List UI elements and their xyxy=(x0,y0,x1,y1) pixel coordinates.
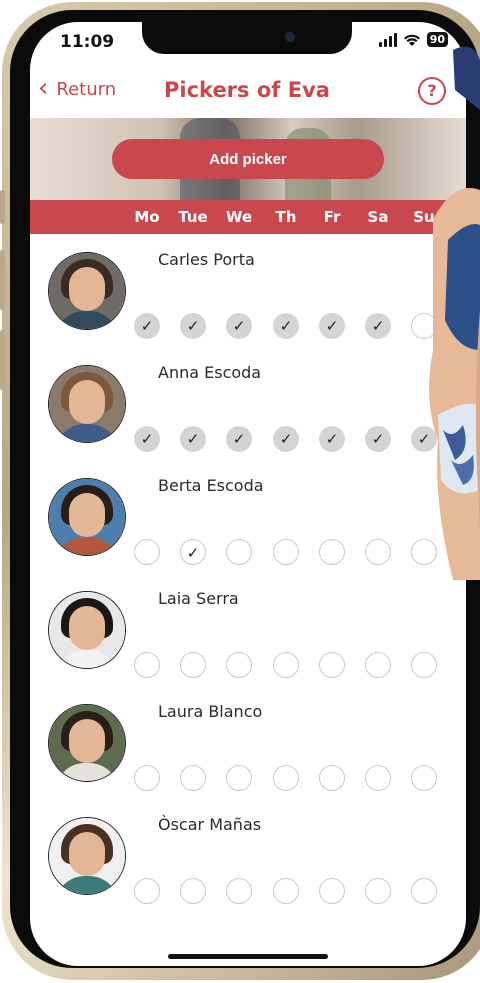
picker-name: Laia Serra xyxy=(158,589,239,608)
day-label: Th xyxy=(275,208,297,226)
day-checkbox[interactable] xyxy=(134,878,160,904)
return-label: Return xyxy=(56,79,117,100)
day-checkbox[interactable] xyxy=(273,652,299,678)
day-checkbox[interactable] xyxy=(134,539,160,565)
day-checkbox[interactable] xyxy=(319,652,345,678)
avatar[interactable] xyxy=(48,704,126,782)
day-checkbox[interactable] xyxy=(319,765,345,791)
day-label: Fr xyxy=(323,208,341,226)
avatar[interactable] xyxy=(48,252,126,330)
day-checkbox[interactable]: ✓ xyxy=(319,313,345,339)
day-checkbox[interactable]: ✓ xyxy=(365,426,391,452)
camera-icon xyxy=(285,32,295,42)
picker-name: Anna Escoda xyxy=(158,363,262,382)
status-time: 11:09 xyxy=(60,32,115,52)
day-checkbox[interactable] xyxy=(273,765,299,791)
add-picker-button[interactable]: Add picker xyxy=(112,139,384,179)
phone-volume-down xyxy=(0,330,5,390)
picker-name: Òscar Mañas xyxy=(158,815,262,834)
chevron-left-icon: ‹ xyxy=(38,73,49,103)
day-checkbox[interactable]: ✓ xyxy=(319,426,345,452)
day-checkbox[interactable]: ✓ xyxy=(273,426,299,452)
page-title: Pickers of Eva xyxy=(164,78,330,102)
return-button[interactable]: ‹ Return xyxy=(38,73,117,103)
avatar[interactable] xyxy=(48,591,126,669)
picker-name: Carles Porta xyxy=(158,250,255,269)
child-photo xyxy=(393,20,480,983)
avatar[interactable] xyxy=(48,365,126,443)
day-checkbox[interactable] xyxy=(226,878,252,904)
phone-side-button xyxy=(0,190,5,224)
day-checkbox[interactable] xyxy=(226,539,252,565)
day-checkbox[interactable] xyxy=(273,539,299,565)
day-checkbox[interactable]: ✓ xyxy=(226,426,252,452)
picker-name: Berta Escoda xyxy=(158,476,264,495)
day-checkbox[interactable] xyxy=(365,765,391,791)
day-checkbox[interactable] xyxy=(226,765,252,791)
day-checkbox[interactable]: ✓ xyxy=(365,313,391,339)
day-checkbox[interactable] xyxy=(365,539,391,565)
notch xyxy=(142,22,352,54)
day-checkbox[interactable]: ✓ xyxy=(180,539,206,565)
day-label: Tue xyxy=(178,208,208,226)
day-checkbox[interactable]: ✓ xyxy=(180,426,206,452)
day-checkbox[interactable]: ✓ xyxy=(273,313,299,339)
day-checkbox[interactable] xyxy=(180,878,206,904)
avatar[interactable] xyxy=(48,817,126,895)
day-checkbox[interactable] xyxy=(180,652,206,678)
day-checkbox[interactable] xyxy=(319,878,345,904)
day-checkbox[interactable] xyxy=(180,765,206,791)
home-indicator[interactable] xyxy=(168,954,328,959)
day-checkbox[interactable] xyxy=(273,878,299,904)
day-checkbox[interactable]: ✓ xyxy=(134,426,160,452)
day-checkbox[interactable] xyxy=(226,652,252,678)
day-checkbox[interactable]: ✓ xyxy=(180,313,206,339)
day-checkbox[interactable]: ✓ xyxy=(226,313,252,339)
day-checkbox[interactable] xyxy=(365,878,391,904)
day-checkbox[interactable] xyxy=(134,652,160,678)
phone-volume-up xyxy=(0,250,5,310)
day-label: Mo xyxy=(134,208,160,226)
picker-name: Laura Blanco xyxy=(158,702,263,721)
day-checkbox[interactable] xyxy=(319,539,345,565)
day-checkbox[interactable] xyxy=(365,652,391,678)
day-checkbox[interactable]: ✓ xyxy=(134,313,160,339)
avatar[interactable] xyxy=(48,478,126,556)
day-label: We xyxy=(225,208,253,226)
day-checkbox[interactable] xyxy=(134,765,160,791)
